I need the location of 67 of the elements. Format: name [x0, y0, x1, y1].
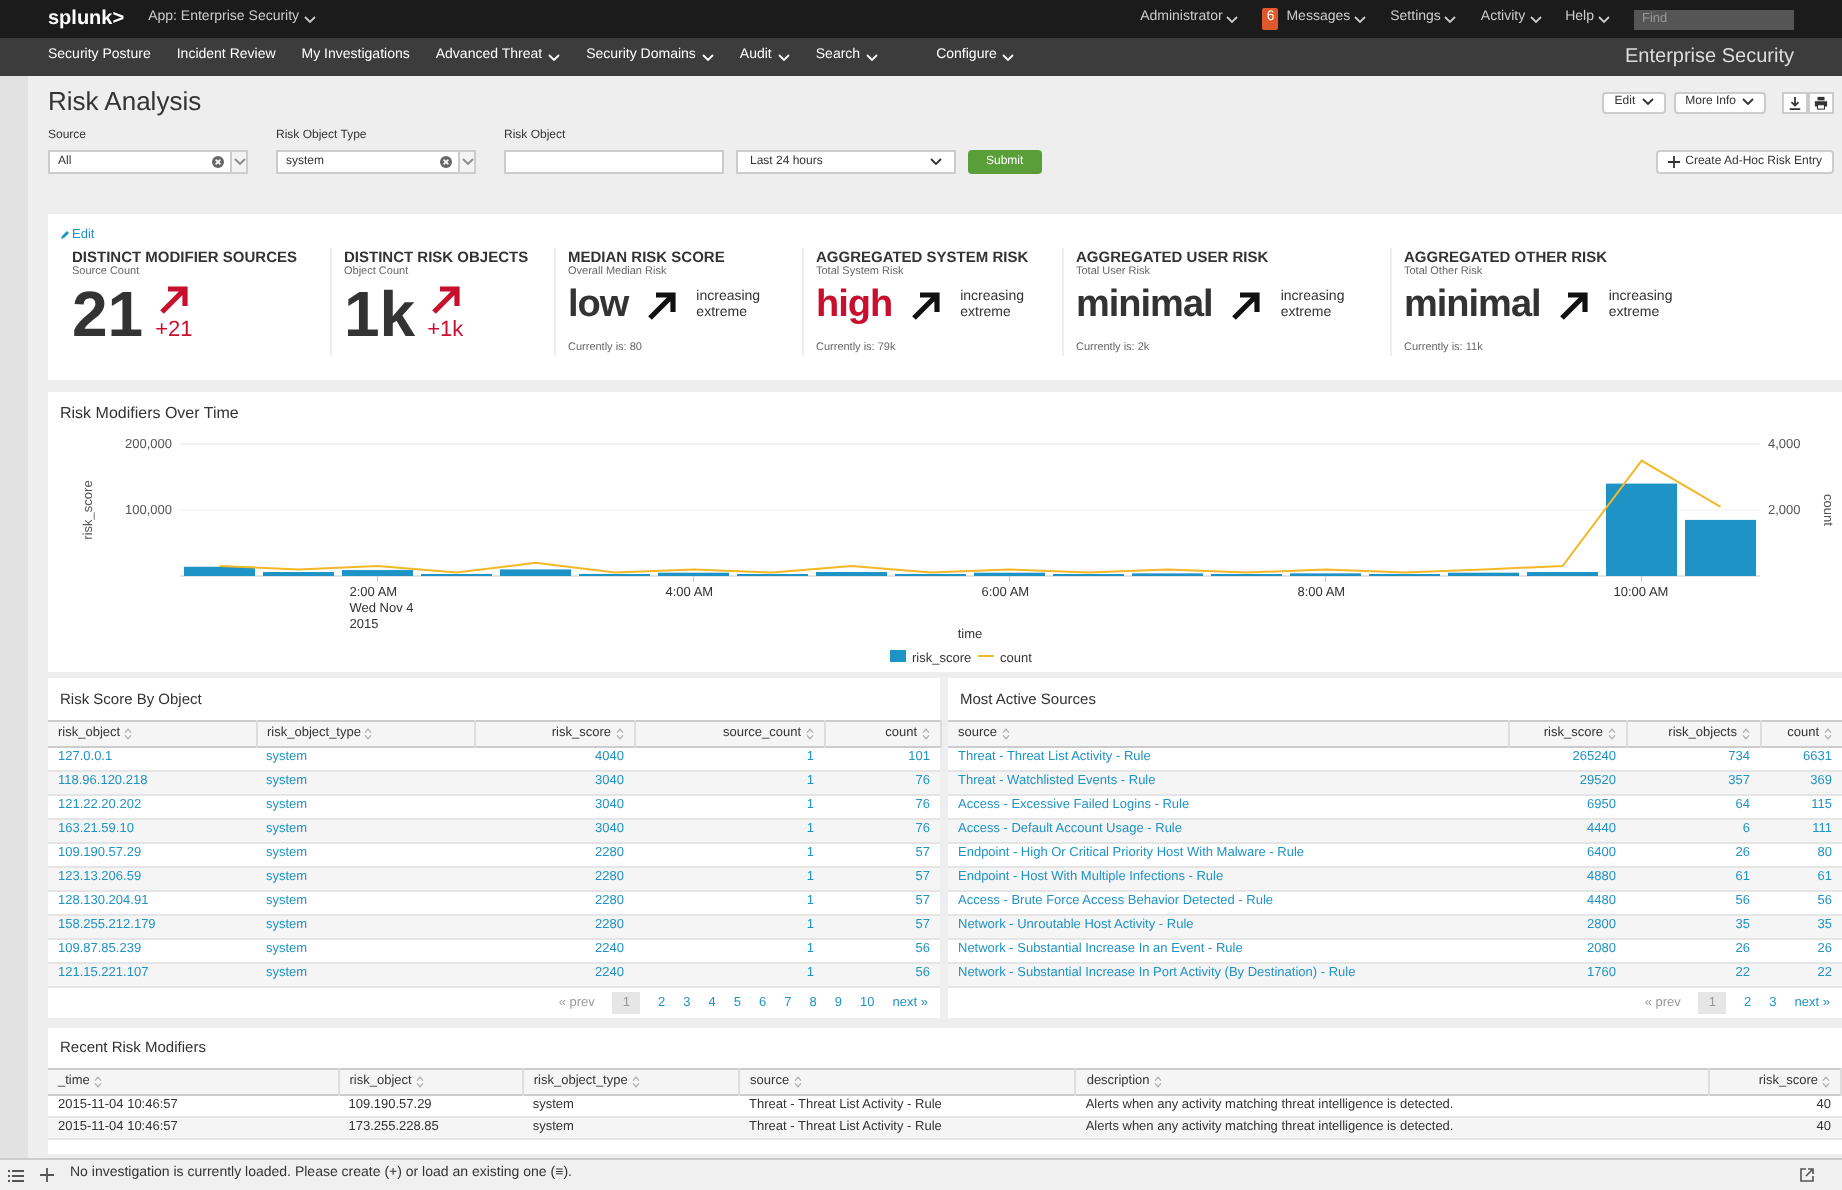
up-arrow-icon — [1228, 287, 1265, 324]
plus-icon — [1667, 156, 1680, 168]
app-title: Enterprise Security — [1625, 44, 1794, 72]
bar — [1685, 519, 1756, 576]
caret-icon — [930, 158, 942, 166]
logo[interactable]: splunk> — [48, 4, 125, 34]
bar — [1606, 483, 1677, 576]
sort-icon — [631, 1076, 640, 1088]
caret-icon — [233, 158, 245, 166]
sort-icon — [1822, 1076, 1830, 1088]
sort-icon — [93, 1076, 102, 1088]
kpi-value: low — [568, 281, 629, 330]
up-arrow-icon — [427, 281, 464, 318]
caret-icon — [1742, 98, 1754, 106]
kpi-value: 21 — [72, 279, 144, 348]
up-arrow-icon — [908, 287, 945, 324]
list-icon[interactable] — [8, 1169, 24, 1181]
panel-title: Risk Modifiers Over Time — [60, 402, 241, 426]
sort-icon — [1607, 727, 1615, 740]
kpi-value: 1k — [344, 279, 416, 348]
sort-icon — [1741, 727, 1749, 740]
sort-icon — [124, 727, 133, 740]
bar — [184, 566, 255, 576]
legend-swatch — [890, 650, 906, 662]
sort-icon — [364, 727, 373, 740]
pencil-icon — [60, 230, 70, 241]
caret-icon — [777, 53, 790, 61]
kpi-value: high — [816, 281, 893, 330]
download-icon — [1788, 95, 1802, 109]
caret-icon — [303, 15, 316, 23]
sort-icon — [1153, 1076, 1162, 1088]
caret-icon — [1598, 15, 1610, 23]
caret-icon — [1226, 15, 1239, 23]
print-icon — [1814, 95, 1828, 109]
clear-icon — [440, 156, 452, 168]
risk-object-field[interactable] — [504, 150, 724, 174]
caret-icon — [1641, 98, 1654, 106]
up-arrow-icon — [155, 281, 192, 318]
sort-icon — [805, 727, 813, 740]
external-link-icon[interactable] — [1800, 1168, 1814, 1182]
caret-icon — [701, 53, 714, 61]
print-button[interactable] — [1808, 91, 1834, 113]
kpi-value: minimal — [1076, 281, 1213, 330]
up-arrow-icon — [644, 287, 681, 324]
kpi-delta: +21 — [155, 317, 193, 342]
up-arrow-icon — [1556, 287, 1593, 324]
caret-icon — [1002, 53, 1015, 61]
bar — [500, 569, 571, 576]
plus-icon[interactable] — [40, 1168, 54, 1182]
caret-icon — [1354, 15, 1367, 23]
caret-icon — [1444, 15, 1457, 23]
sort-icon — [615, 727, 623, 740]
sort-icon — [1001, 727, 1010, 740]
caret-icon — [461, 158, 473, 166]
sort-icon — [921, 727, 929, 740]
sort-icon — [1823, 727, 1831, 740]
clear-icon — [212, 156, 224, 168]
page-title: Risk Analysis — [48, 84, 202, 121]
download-button[interactable] — [1782, 91, 1808, 113]
sort-icon — [793, 1076, 802, 1088]
caret-icon — [866, 53, 879, 61]
caret-icon — [1529, 15, 1542, 23]
kpi-delta: +1k — [427, 317, 464, 342]
kpi-value: minimal — [1404, 281, 1541, 330]
sort-icon — [415, 1076, 424, 1088]
bar — [342, 570, 413, 576]
caret-icon — [548, 53, 561, 61]
